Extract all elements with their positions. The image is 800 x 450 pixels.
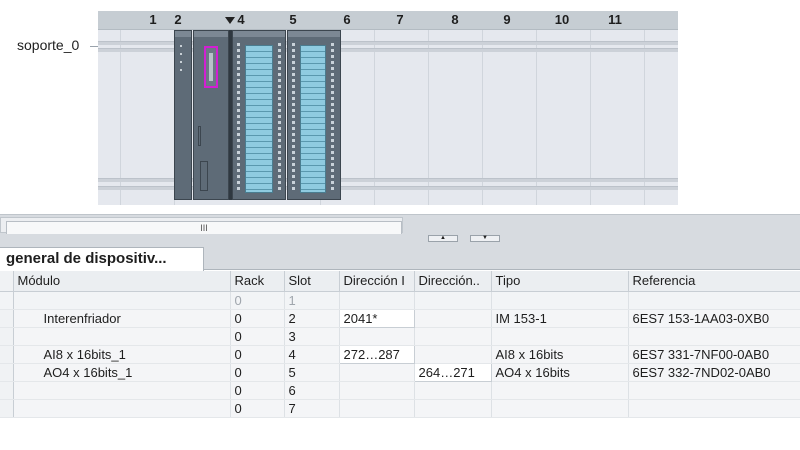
header-gutter <box>0 271 14 292</box>
cell-rack: 0 <box>230 291 285 310</box>
cell-output-address[interactable]: 264…271 <box>413 362 492 382</box>
cell-type <box>491 399 629 418</box>
rack-module-slot-1[interactable] <box>174 30 192 200</box>
cell-input-address[interactable]: 2041* <box>338 308 415 328</box>
cell-slot: 3 <box>284 327 340 346</box>
cell-slot: 1 <box>284 291 340 310</box>
tab-device-overview[interactable]: general de dispositiv... <box>0 247 204 271</box>
cell-slot: 2 <box>284 309 340 328</box>
table-row[interactable]: 0 7 <box>0 399 800 418</box>
cell-rack: 0 <box>230 345 285 364</box>
profibus-connector-icon[interactable] <box>204 46 218 88</box>
cell-rack: 0 <box>230 381 285 400</box>
table-row[interactable]: AO4 x 16bits_1 0 5 264…271 AO4 x 16bits … <box>0 362 800 382</box>
cell-slot: 7 <box>284 399 340 418</box>
ai8-module[interactable] <box>232 30 286 200</box>
cell-reference <box>628 399 800 418</box>
cell-output-address[interactable] <box>414 309 492 328</box>
cell-output-address[interactable] <box>414 327 492 346</box>
pane-splitter[interactable] <box>0 234 800 242</box>
slot-number-4: 4 <box>237 12 245 27</box>
cell-reference: 6ES7 331-7NF00-0AB0 <box>628 345 800 364</box>
slot-number-2: 2 <box>174 12 182 27</box>
cell-output-address[interactable] <box>414 291 492 310</box>
cell-input-address[interactable] <box>339 381 415 400</box>
slot-number-5: 5 <box>289 12 297 27</box>
slot-header: 1 2 4 5 6 7 8 9 10 11 <box>98 11 678 30</box>
cell-type: AO4 x 16bits <box>491 363 629 382</box>
cell-reference: 6ES7 153-1AA03-0XB0 <box>628 309 800 328</box>
table-row[interactable]: 0 6 <box>0 381 800 400</box>
slot-number-10: 10 <box>554 12 570 27</box>
ao4-module[interactable] <box>287 30 341 200</box>
cell-reference: 6ES7 332-7ND02-0AB0 <box>628 363 800 382</box>
cell-output-address[interactable] <box>414 399 492 418</box>
table-row[interactable]: AI8 x 16bits_1 0 4 272…287 AI8 x 16bits … <box>0 344 800 364</box>
cell-type: IM 153-1 <box>491 309 629 328</box>
cell-reference <box>628 327 800 346</box>
cell-rack: 0 <box>230 399 285 418</box>
cell-type <box>491 327 629 346</box>
splitter-collapse-up-icon[interactable]: ▲ <box>428 235 458 242</box>
cell-type <box>491 291 629 310</box>
cell-type <box>491 381 629 400</box>
slot-number-11: 11 <box>608 12 622 27</box>
cell-output-address[interactable] <box>414 345 492 364</box>
cell-type: AI8 x 16bits <box>491 345 629 364</box>
device-view-hscrollbar[interactable]: III <box>0 214 800 235</box>
cell-module[interactable] <box>13 399 231 418</box>
cell-input-address[interactable] <box>339 327 415 346</box>
device-view[interactable]: 1 2 4 5 6 7 8 9 10 11 soporte_0 <box>0 0 800 214</box>
device-overview-table: Módulo Rack Slot Dirección I Dirección..… <box>0 271 800 450</box>
hscroll-track[interactable]: III <box>0 217 403 235</box>
table-header-row: Módulo Rack Slot Dirección I Dirección..… <box>0 271 800 292</box>
rack-label[interactable]: soporte_0 <box>17 37 79 53</box>
cell-rack: 0 <box>230 363 285 382</box>
cell-module[interactable] <box>13 291 231 310</box>
cell-reference <box>628 381 800 400</box>
cell-output-address[interactable] <box>414 381 492 400</box>
column-header-reference[interactable]: Referencia <box>628 271 800 292</box>
cell-module[interactable]: Interenfriador <box>13 309 231 328</box>
slot-number-8: 8 <box>451 12 459 27</box>
cell-rack: 0 <box>230 327 285 346</box>
column-header-input-address[interactable]: Dirección I <box>339 271 415 292</box>
table-row[interactable]: 0 3 <box>0 327 800 346</box>
slot-number-6: 6 <box>343 12 351 27</box>
cell-reference <box>628 291 800 310</box>
column-header-type[interactable]: Tipo <box>491 271 629 292</box>
cell-input-address[interactable] <box>339 363 415 382</box>
cell-rack: 0 <box>230 309 285 328</box>
column-header-output-address[interactable]: Dirección.. <box>414 271 492 292</box>
column-header-slot[interactable]: Slot <box>284 271 340 292</box>
hscroll-thumb[interactable]: III <box>6 221 402 235</box>
cell-slot: 4 <box>284 345 340 364</box>
cell-slot: 6 <box>284 381 340 400</box>
insert-arrow-icon <box>225 17 235 24</box>
slot-number-7: 7 <box>396 12 404 27</box>
cell-module[interactable]: AI8 x 16bits_1 <box>13 345 231 364</box>
table-row[interactable]: Interenfriador 0 2 2041* IM 153-1 6ES7 1… <box>0 308 800 328</box>
cell-module[interactable] <box>13 381 231 400</box>
rack-label-connector <box>90 46 98 47</box>
column-header-module[interactable]: Módulo <box>13 271 231 292</box>
cell-module[interactable] <box>13 327 231 346</box>
slot-number-9: 9 <box>503 12 511 27</box>
cell-module[interactable]: AO4 x 16bits_1 <box>13 363 231 382</box>
cell-input-address[interactable] <box>339 291 415 310</box>
cell-input-address[interactable] <box>339 399 415 418</box>
slot-number-1: 1 <box>149 12 157 27</box>
cell-input-address[interactable]: 272…287 <box>338 344 415 364</box>
splitter-collapse-down-icon[interactable]: ▼ <box>470 235 500 242</box>
cell-slot: 5 <box>284 363 340 382</box>
column-header-rack[interactable]: Rack <box>230 271 285 292</box>
table-row[interactable]: 0 1 <box>0 291 800 310</box>
